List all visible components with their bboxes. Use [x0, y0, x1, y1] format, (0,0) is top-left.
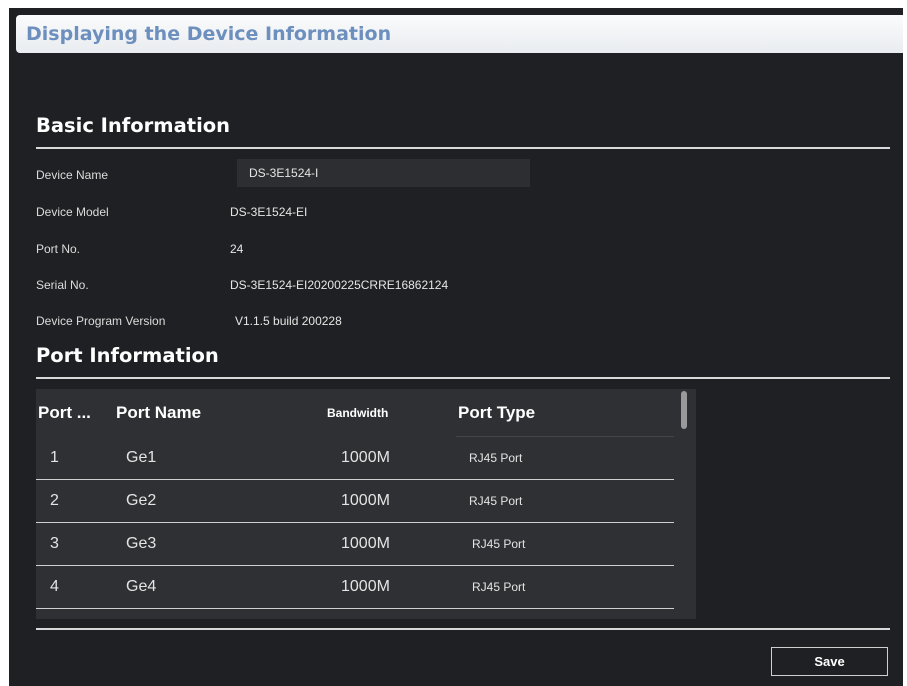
- port-type-cell: RJ45 Port: [472, 537, 526, 551]
- bandwidth-cell: 1000M: [341, 492, 390, 509]
- port-name-cell: Ge4: [126, 578, 157, 595]
- port-type-cell: RJ45 Port: [469, 494, 523, 508]
- port-no-value: 24: [230, 242, 244, 256]
- port-type-cell: RJ45 Port: [472, 580, 526, 594]
- device-model-label: Device Model: [36, 205, 109, 219]
- program-version-label: Device Program Version: [36, 314, 166, 328]
- port-no-cell: 2: [50, 492, 59, 509]
- port-no-cell: 1: [50, 449, 59, 466]
- table-row[interactable]: 2 Ge2 1000M RJ45 Port: [36, 480, 674, 523]
- column-header-port-name[interactable]: Port Name: [116, 389, 201, 437]
- port-info-heading: Port Information: [36, 344, 219, 367]
- table-row[interactable]: 4 Ge4 1000M RJ45 Port: [36, 566, 674, 609]
- bandwidth-cell: 1000M: [341, 535, 390, 552]
- table-row[interactable]: 3 Ge3 1000M RJ45 Port: [36, 523, 674, 566]
- column-header-bandwidth[interactable]: Bandwidth: [327, 389, 388, 437]
- dialog-title: Displaying the Device Information: [26, 23, 392, 45]
- basic-info-divider: [36, 147, 890, 149]
- port-table[interactable]: Port ... Port Name Bandwidth Port Type 1…: [36, 389, 696, 619]
- device-info-dialog: Displaying the Device Information Basic …: [9, 8, 903, 686]
- table-scrollbar-thumb[interactable]: [681, 391, 687, 429]
- port-info-divider: [36, 377, 890, 379]
- column-header-port-type[interactable]: Port Type: [458, 389, 535, 437]
- program-version-value: V1.1.5 build 200228: [235, 314, 342, 328]
- device-model-value: DS-3E1524-EI: [230, 205, 308, 219]
- save-button[interactable]: Save: [771, 647, 888, 676]
- basic-info-heading: Basic Information: [36, 114, 231, 137]
- port-name-cell: Ge2: [126, 492, 157, 509]
- port-name-cell: Ge3: [126, 535, 157, 552]
- table-row[interactable]: 1 Ge1 1000M RJ45 Port: [36, 437, 674, 480]
- bandwidth-cell: 1000M: [341, 578, 390, 595]
- port-no-cell: 4: [50, 578, 59, 595]
- serial-no-label: Serial No.: [36, 278, 89, 292]
- port-name-cell: Ge1: [126, 449, 157, 466]
- device-name-label: Device Name: [36, 168, 109, 182]
- port-no-label: Port No.: [36, 242, 81, 256]
- column-header-port-no[interactable]: Port ...: [38, 389, 91, 437]
- device-name-input[interactable]: [237, 159, 530, 187]
- footer-divider: [36, 628, 890, 630]
- port-no-cell: 3: [50, 535, 59, 552]
- bandwidth-cell: 1000M: [341, 449, 390, 466]
- serial-no-value: DS-3E1524-EI20200225CRRE16862124: [230, 278, 449, 292]
- dialog-titlebar: Displaying the Device Information: [16, 15, 903, 53]
- port-type-cell: RJ45 Port: [469, 451, 523, 465]
